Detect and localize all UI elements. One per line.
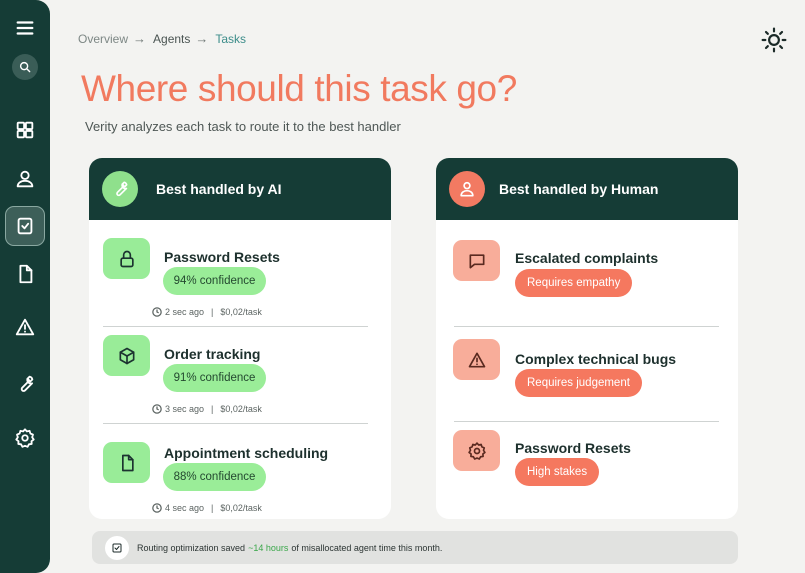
savings-highlight: ~14 hours bbox=[248, 542, 289, 553]
ai-panel-header: Best handled by AI bbox=[89, 158, 391, 220]
document-icon bbox=[103, 442, 150, 483]
package-icon bbox=[103, 335, 150, 376]
savings-banner: Routing optimization saved ~14 hours of … bbox=[92, 531, 738, 564]
task-cost: $0,02/task bbox=[220, 404, 262, 414]
human-panel: Best handled by Human Escalated complain… bbox=[436, 158, 738, 519]
breadcrumb-tasks: Tasks bbox=[215, 31, 247, 46]
confidence-badge: 88% confidence bbox=[163, 463, 266, 491]
task-cost: $0,02/task bbox=[220, 503, 262, 513]
human-panel-header: Best handled by Human bbox=[436, 158, 738, 220]
task-cost: $0,02/task bbox=[220, 307, 262, 317]
settings-icon[interactable] bbox=[5, 418, 45, 458]
reason-badge: Requires empathy bbox=[515, 269, 633, 297]
clock-icon bbox=[152, 404, 162, 414]
user-icon[interactable] bbox=[5, 159, 45, 199]
savings-prefix: Routing optimization saved bbox=[137, 542, 246, 553]
arrow-right-icon: → bbox=[195, 31, 209, 46]
task-name: Order tracking bbox=[164, 346, 261, 362]
task-name: Escalated complaints bbox=[515, 250, 659, 266]
divider bbox=[103, 326, 368, 327]
user-icon bbox=[449, 171, 485, 207]
file-icon[interactable] bbox=[5, 254, 45, 294]
page-title: Where should this task go? bbox=[81, 68, 517, 109]
task-name: Password Resets bbox=[164, 249, 280, 265]
reason-badge: Requires judgement bbox=[515, 369, 642, 397]
search-icon[interactable] bbox=[12, 54, 38, 80]
page-subtitle: Verity analyzes each task to route it to… bbox=[85, 119, 401, 134]
wrench-icon bbox=[102, 171, 138, 207]
task-name: Complex technical bugs bbox=[515, 351, 677, 367]
task-meta: 4 sec ago | $0,02/task bbox=[152, 503, 262, 513]
warning-icon bbox=[453, 339, 500, 380]
menu-icon[interactable] bbox=[5, 8, 45, 48]
ai-panel: Best handled by AI Password Resets 94% c… bbox=[89, 158, 391, 519]
gear-icon bbox=[453, 430, 500, 471]
task-name: Appointment scheduling bbox=[164, 445, 329, 461]
task-meta: 3 sec ago | $0,02/task bbox=[152, 404, 262, 414]
alert-icon[interactable] bbox=[5, 307, 45, 347]
sidebar bbox=[0, 0, 50, 573]
task-time: 2 sec ago bbox=[165, 307, 205, 317]
arrow-right-icon: → bbox=[133, 31, 147, 46]
wrench-icon[interactable] bbox=[5, 364, 45, 404]
reason-badge: High stakes bbox=[515, 458, 600, 486]
breadcrumb-overview[interactable]: Overview bbox=[78, 32, 128, 46]
sun-icon[interactable] bbox=[760, 26, 788, 54]
clock-icon bbox=[152, 503, 162, 513]
task-time: 4 sec ago bbox=[165, 503, 205, 513]
check-icon bbox=[105, 535, 129, 560]
confidence-badge: 94% confidence bbox=[163, 267, 266, 295]
clock-icon bbox=[152, 307, 162, 317]
task-meta: 2 sec ago | $0,02/task bbox=[152, 307, 262, 317]
task-time: 3 sec ago bbox=[165, 404, 205, 414]
confidence-badge: 91% confidence bbox=[163, 364, 266, 392]
divider bbox=[454, 421, 719, 422]
tasks-icon[interactable] bbox=[5, 206, 45, 246]
lock-icon bbox=[103, 238, 150, 279]
breadcrumb: Overview → Agents → Tasks bbox=[78, 31, 246, 46]
dashboard-icon[interactable] bbox=[5, 110, 45, 150]
divider bbox=[103, 423, 368, 424]
ai-panel-title: Best handled by AI bbox=[156, 181, 282, 197]
task-name: Password Resets bbox=[515, 440, 631, 456]
human-panel-title: Best handled by Human bbox=[499, 181, 659, 197]
chat-bubble-icon bbox=[453, 240, 500, 281]
savings-suffix: of misallocated agent time this month. bbox=[291, 542, 443, 553]
breadcrumb-agents[interactable]: Agents bbox=[153, 32, 190, 46]
divider bbox=[454, 326, 719, 327]
